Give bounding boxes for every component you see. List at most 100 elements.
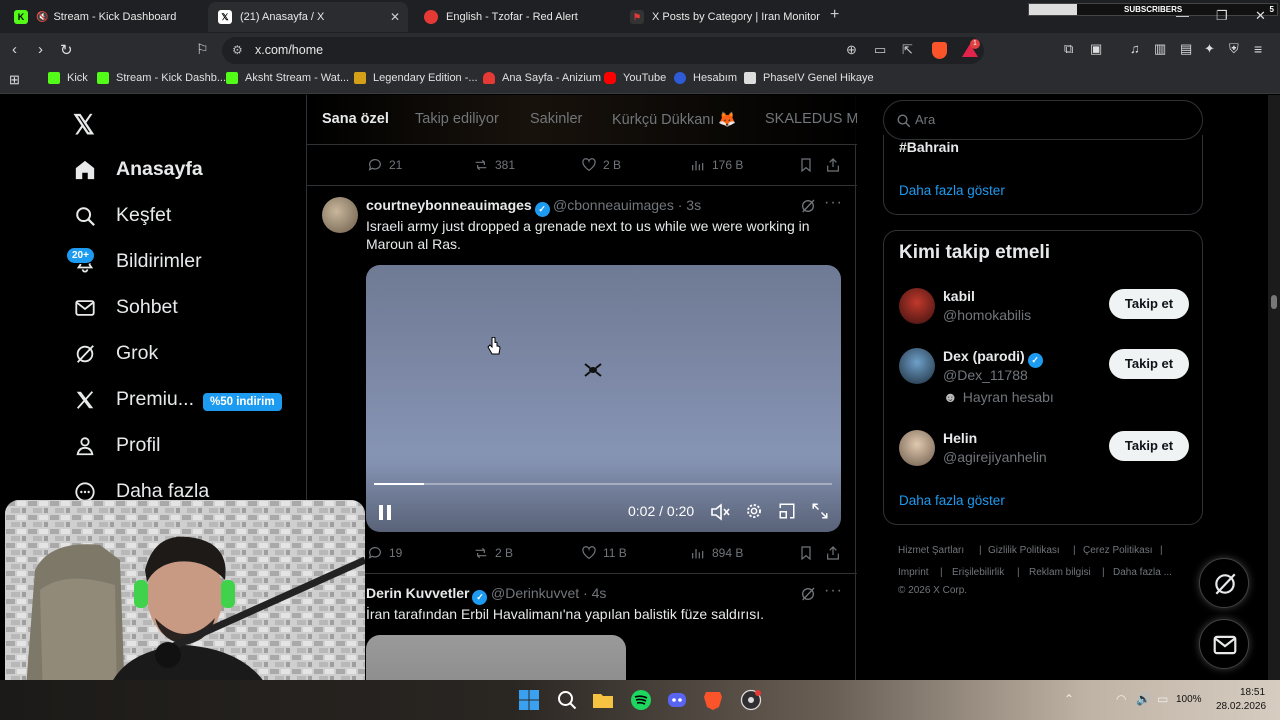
avatar[interactable] bbox=[322, 197, 358, 233]
site-info-icon[interactable]: ⚙ bbox=[232, 43, 243, 57]
avatar[interactable] bbox=[899, 288, 935, 324]
spotify-icon[interactable] bbox=[630, 689, 652, 711]
maximize-icon[interactable]: ❐ bbox=[1216, 8, 1228, 24]
search-icon[interactable] bbox=[556, 689, 578, 711]
brave-browser-icon[interactable] bbox=[702, 689, 724, 711]
follow-button[interactable]: Takip et bbox=[1109, 431, 1189, 461]
show-more-suggestions-link[interactable]: Daha fazla göster bbox=[899, 493, 1005, 508]
share-button[interactable] bbox=[825, 157, 847, 173]
footer-link[interactable]: Reklam bilgisi bbox=[1029, 567, 1091, 578]
file-explorer-icon[interactable] bbox=[592, 689, 614, 711]
windows-start-icon[interactable] bbox=[518, 689, 540, 711]
menu-icon[interactable]: ≡ bbox=[1254, 41, 1262, 57]
bookmark-kick[interactable]: Kick bbox=[48, 72, 88, 84]
share-icon[interactable]: ⇱ bbox=[902, 42, 913, 58]
bookmark-icon[interactable]: ⚐ bbox=[196, 41, 209, 58]
footer-link[interactable]: Erişilebilirlik bbox=[952, 567, 1004, 578]
tab-kurkcu-dukkani[interactable]: Kürkçü Dükkanı 🦊 bbox=[612, 111, 736, 128]
sidebar-icon[interactable]: ▥ bbox=[1154, 41, 1166, 57]
bookmark-legendary[interactable]: Legendary Edition -... bbox=[354, 72, 478, 84]
browser-tab-tzofar[interactable]: English - Tzofar - Red Alert bbox=[414, 2, 614, 32]
discord-icon[interactable] bbox=[666, 689, 688, 711]
more-options-icon[interactable]: ··· bbox=[824, 582, 843, 600]
tab-sakinler[interactable]: Sakinler bbox=[530, 111, 582, 127]
pause-icon[interactable] bbox=[378, 505, 392, 520]
clock-date[interactable]: 28.02.2026 bbox=[1216, 701, 1266, 712]
clock-time[interactable]: 18:51 bbox=[1240, 687, 1265, 698]
suggestion-name[interactable]: kabil bbox=[943, 288, 975, 304]
brave-shields-icon[interactable] bbox=[932, 42, 947, 59]
new-tab-icon[interactable]: + bbox=[830, 6, 839, 24]
browser-tab-kick[interactable]: K 🔇 Stream - Kick Dashboard bbox=[4, 2, 204, 32]
more-options-icon[interactable]: ··· bbox=[824, 194, 843, 212]
cast-icon[interactable]: ▭ bbox=[874, 42, 886, 58]
screenshot-icon[interactable]: ▣ bbox=[1090, 41, 1102, 57]
premium-discount-badge[interactable]: %50 indirim bbox=[203, 393, 282, 411]
obs-icon[interactable] bbox=[740, 689, 762, 711]
nav-explore[interactable]: Keşfet bbox=[74, 204, 171, 227]
bookmark-hesabim[interactable]: Hesabım bbox=[674, 72, 737, 84]
tab-for-you[interactable]: Sana özel bbox=[322, 111, 389, 127]
grok-icon[interactable] bbox=[800, 198, 816, 214]
zoom-icon[interactable]: ⊕ bbox=[846, 42, 857, 58]
footer-link[interactable]: Gizlilik Politikası bbox=[988, 545, 1060, 556]
minimize-icon[interactable]: — bbox=[1176, 8, 1189, 23]
like-button[interactable]: 11 B bbox=[581, 545, 627, 561]
close-window-icon[interactable]: ✕ bbox=[1255, 8, 1266, 24]
repost-button[interactable]: 2 B bbox=[473, 545, 513, 561]
follow-button[interactable]: Takip et bbox=[1109, 289, 1189, 319]
bookmark-aksht[interactable]: Aksht Stream - Wat... bbox=[226, 72, 349, 84]
show-more-trends-link[interactable]: Daha fazla göster bbox=[899, 183, 1005, 198]
share-button[interactable] bbox=[825, 545, 847, 561]
wallet-icon[interactable]: ▤ bbox=[1180, 41, 1192, 57]
tray-expand-icon[interactable]: ⌃ bbox=[1064, 692, 1074, 706]
tweet-author-handle[interactable]: @Derinkuvvet · 4s bbox=[491, 585, 606, 601]
trend-name[interactable]: #Bahrain bbox=[899, 139, 959, 155]
media-icon[interactable]: ♫ bbox=[1130, 41, 1140, 56]
messages-fab-button[interactable] bbox=[1199, 619, 1249, 669]
footer-link[interactable]: Daha fazla ... bbox=[1113, 567, 1172, 578]
footer-link[interactable]: Hizmet Şartları bbox=[898, 545, 964, 556]
nav-messages[interactable]: Sohbet bbox=[74, 296, 178, 319]
bookmark-youtube[interactable]: YouTube bbox=[604, 72, 666, 84]
avatar[interactable] bbox=[899, 430, 935, 466]
nav-home[interactable]: Anasayfa bbox=[74, 158, 203, 181]
nav-premium[interactable]: Premiu... bbox=[74, 388, 194, 411]
x-logo-icon[interactable]: 𝕏 bbox=[73, 110, 95, 141]
grok-icon[interactable] bbox=[800, 586, 816, 602]
page-scrollbar[interactable] bbox=[1268, 95, 1280, 680]
suggestion-name[interactable]: Dex (parodi) ✓ bbox=[943, 348, 1043, 368]
battery-icon[interactable]: ▭ bbox=[1157, 692, 1168, 706]
bookmark-kick-dashboard[interactable]: Stream - Kick Dashb... bbox=[97, 72, 226, 84]
tab-skaledus[interactable]: SKALEDUS MC bbox=[765, 111, 857, 127]
reply-button[interactable]: 19 bbox=[367, 545, 402, 561]
wifi-icon[interactable]: ◠ bbox=[1116, 692, 1126, 706]
close-tab-icon[interactable]: ✕ bbox=[390, 10, 400, 24]
muted-volume-icon[interactable] bbox=[711, 503, 731, 521]
views-button[interactable]: 894 B bbox=[690, 545, 743, 561]
tab-following[interactable]: Takip ediliyor bbox=[415, 111, 499, 127]
footer-link[interactable]: Çerez Politikası bbox=[1083, 545, 1152, 556]
extensions-icon[interactable]: ⧉ bbox=[1064, 41, 1073, 57]
like-button[interactable]: 2 B bbox=[581, 157, 621, 173]
volume-icon[interactable]: 🔊 bbox=[1136, 692, 1151, 706]
back-icon[interactable]: ‹ bbox=[12, 41, 17, 58]
apps-grid-icon[interactable]: ⊞ bbox=[9, 72, 20, 88]
footer-link[interactable]: Imprint bbox=[898, 567, 929, 578]
tweet-author-handle[interactable]: @cbonneauimages · 3s bbox=[553, 197, 701, 213]
suggestion-name[interactable]: Helin bbox=[943, 430, 977, 446]
browser-tab-x[interactable]: 𝕏 (21) Anasayfa / X ✕ bbox=[208, 2, 408, 32]
views-button[interactable]: 176 B bbox=[690, 157, 743, 173]
address-bar[interactable]: ⚙ x.com/home ⊕ ▭ ⇱ 1 bbox=[222, 37, 984, 64]
fullscreen-icon[interactable] bbox=[811, 502, 829, 520]
follow-button[interactable]: Takip et bbox=[1109, 349, 1189, 379]
picture-in-picture-icon[interactable] bbox=[778, 502, 796, 520]
reload-icon[interactable]: ↻ bbox=[60, 41, 73, 59]
bookmark-button[interactable] bbox=[798, 545, 820, 561]
muted-audio-icon[interactable]: 🔇 bbox=[36, 12, 48, 23]
avatar[interactable] bbox=[899, 348, 935, 384]
leo-ai-icon[interactable]: ✦ bbox=[1204, 41, 1215, 57]
grok-fab-button[interactable] bbox=[1199, 558, 1249, 608]
nav-profile[interactable]: Profil bbox=[74, 434, 160, 457]
nav-grok[interactable]: Grok bbox=[74, 342, 158, 365]
